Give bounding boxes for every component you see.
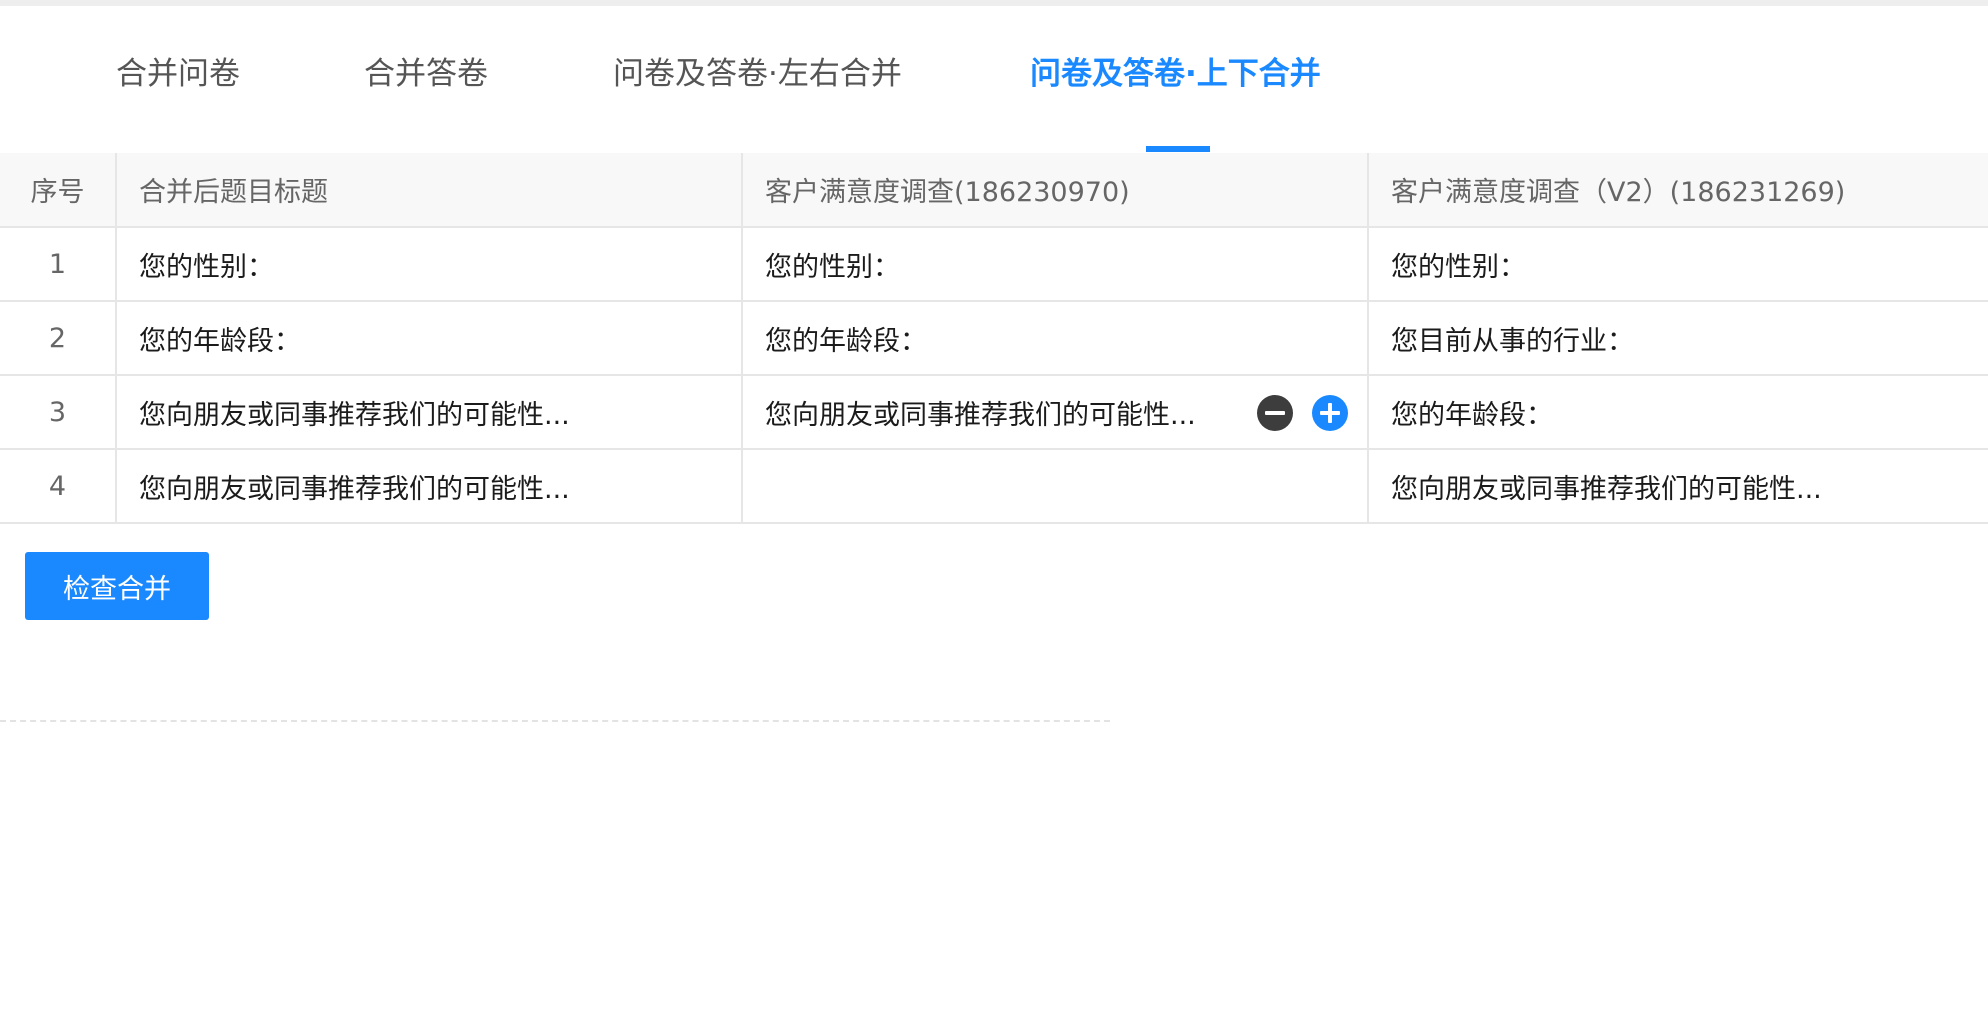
tab-merge-responses[interactable]: 合并答卷 <box>364 54 488 94</box>
merge-table: 序号 合并后题目标题 客户满意度调查(186230970) 客户满意度调查（V2… <box>0 153 1988 524</box>
merge-mode-tabs: 合并问卷 合并答卷 问卷及答卷·左右合并 问卷及答卷·上下合并 <box>0 6 1988 159</box>
survey-a-cell[interactable]: 您的年龄段： <box>743 302 1369 374</box>
row-index: 1 <box>0 228 117 300</box>
header-index: 序号 <box>0 153 117 226</box>
table-row: 3 您向朋友或同事推荐我们的可能性... 您向朋友或同事推荐我们的可能性... … <box>0 376 1988 450</box>
survey-b-cell[interactable]: 您的年龄段： <box>1369 376 1988 448</box>
header-merged-title: 合并后题目标题 <box>117 153 743 226</box>
plus-circle-icon[interactable] <box>1312 395 1348 431</box>
table-row: 2 您的年龄段： 您的年龄段： 您目前从事的行业： <box>0 302 1988 376</box>
survey-b-cell[interactable]: 您向朋友或同事推荐我们的可能性... <box>1369 450 1988 522</box>
survey-b-cell[interactable]: 您的性别： <box>1369 228 1988 300</box>
tab-merge-left-right[interactable]: 问卷及答卷·左右合并 <box>613 54 902 94</box>
merged-title-cell[interactable]: 您的年龄段： <box>117 302 743 374</box>
tab-merge-top-bottom[interactable]: 问卷及答卷·上下合并 <box>1030 54 1321 94</box>
check-merge-button[interactable]: 检查合并 <box>25 552 209 620</box>
active-tab-indicator <box>1146 146 1210 152</box>
dashed-divider <box>0 720 1110 722</box>
row-index: 3 <box>0 376 117 448</box>
table-row: 4 您向朋友或同事推荐我们的可能性... 您向朋友或同事推荐我们的可能性... <box>0 450 1988 524</box>
survey-a-cell[interactable]: 您的性别： <box>743 228 1369 300</box>
survey-a-cell[interactable] <box>743 450 1369 522</box>
merged-title-cell[interactable]: 您的性别： <box>117 228 743 300</box>
row-index: 2 <box>0 302 117 374</box>
table-row: 1 您的性别： 您的性别： 您的性别： <box>0 228 1988 302</box>
survey-b-cell[interactable]: 您目前从事的行业： <box>1369 302 1988 374</box>
merged-title-cell[interactable]: 您向朋友或同事推荐我们的可能性... <box>117 450 743 522</box>
minus-circle-icon[interactable] <box>1257 395 1293 431</box>
header-survey-b: 客户满意度调查（V2）(186231269) <box>1391 177 1846 208</box>
header-survey-a: 客户满意度调查(186230970) <box>743 153 1369 226</box>
merged-title-cell[interactable]: 您向朋友或同事推荐我们的可能性... <box>117 376 743 448</box>
row-index: 4 <box>0 450 117 522</box>
table-header-row: 序号 合并后题目标题 客户满意度调查(186230970) 客户满意度调查（V2… <box>0 153 1988 228</box>
tab-merge-questionnaires[interactable]: 合并问卷 <box>116 54 240 94</box>
